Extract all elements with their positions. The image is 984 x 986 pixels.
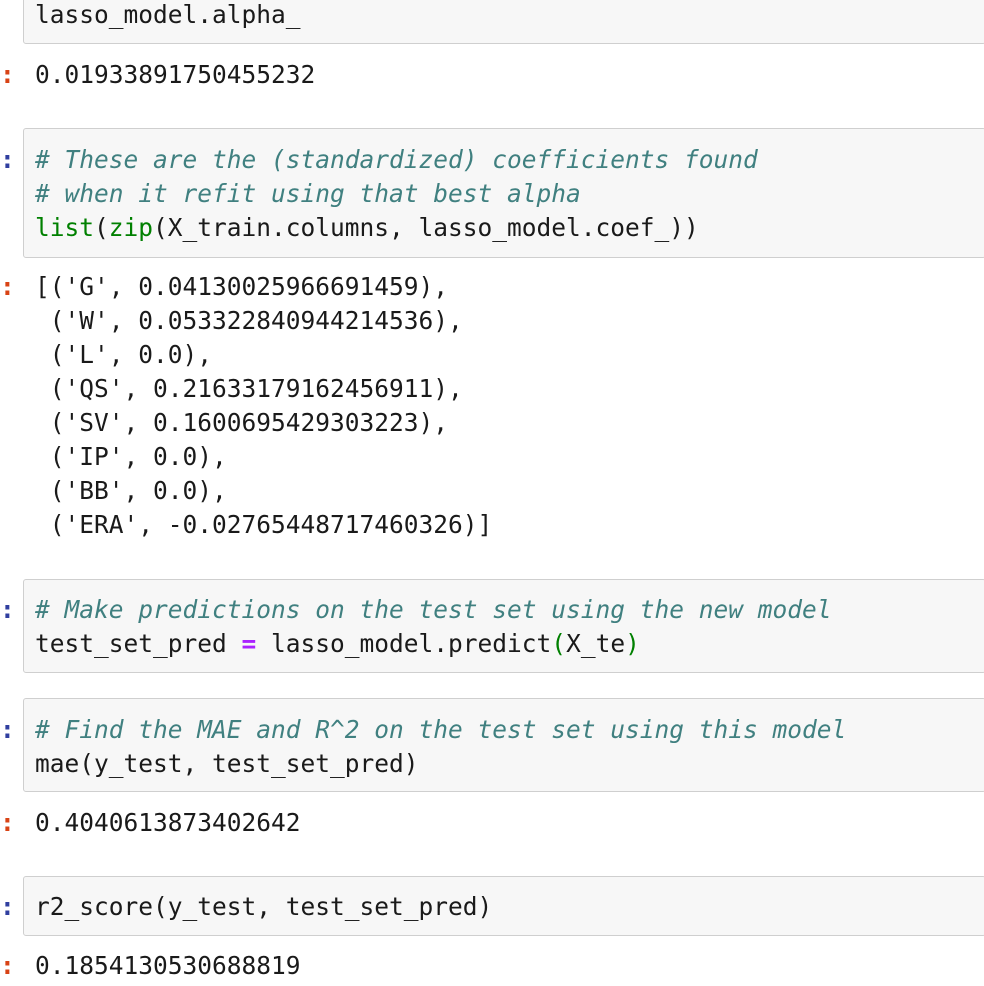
output-line: ('L', 0.0), <box>35 340 213 369</box>
output-line: [('G', 0.04130025966691459), <box>35 272 449 301</box>
builtin-zip: zip <box>108 213 154 242</box>
code-var: test_set_pred <box>35 629 242 658</box>
output-prompt: : <box>0 951 15 980</box>
output-line: ('QS', 0.21633179162456911), <box>35 374 463 403</box>
code-line: lasso_model.alpha_ <box>35 0 301 29</box>
code-line: list(zip(X_train.columns, lasso_model.co… <box>35 211 699 245</box>
output-prompt: : <box>0 60 15 89</box>
code-rest: (X_train.columns, lasso_model.coef_)) <box>153 213 699 242</box>
output-line: ('ERA', -0.02765448717460326)] <box>35 510 493 539</box>
input-prompt: : <box>0 595 15 624</box>
output-text: 0.01933891750455232 <box>35 60 316 89</box>
output-line: ('BB', 0.0), <box>35 476 227 505</box>
builtin-list: list <box>35 213 95 242</box>
output-text: 0.4040613873402642 <box>35 808 301 837</box>
paren-close: ) <box>625 629 640 658</box>
input-prompt: : <box>0 715 15 744</box>
comment-line: # when it refit using that best alpha <box>35 179 581 208</box>
assign-operator: = <box>241 629 257 658</box>
code-line: r2_score(y_test, test_set_pred) <box>35 892 493 921</box>
code-arg: X_te <box>566 629 626 658</box>
output-line: ('IP', 0.0), <box>35 442 227 471</box>
paren: ( <box>94 213 109 242</box>
output-text: 0.1854130530688819 <box>35 951 301 980</box>
paren-open: ( <box>551 629 567 658</box>
output-line: ('W', 0.053322840944214536), <box>35 306 463 335</box>
input-prompt: : <box>0 145 15 174</box>
comment-line: # Find the MAE and R^2 on the test set u… <box>35 715 847 744</box>
input-prompt: : <box>0 892 15 921</box>
output-prompt: : <box>0 808 15 837</box>
output-line: ('SV', 0.1600695429303223), <box>35 408 449 437</box>
comment-line: # Make predictions on the test set using… <box>35 595 832 624</box>
code-line: test_set_pred = lasso_model.predict(X_te… <box>35 627 640 661</box>
comment-line: # These are the (standardized) coefficie… <box>35 145 758 174</box>
output-prompt: : <box>0 272 15 301</box>
code-call: lasso_model.predict <box>256 629 552 658</box>
code-line: mae(y_test, test_set_pred) <box>35 749 419 778</box>
